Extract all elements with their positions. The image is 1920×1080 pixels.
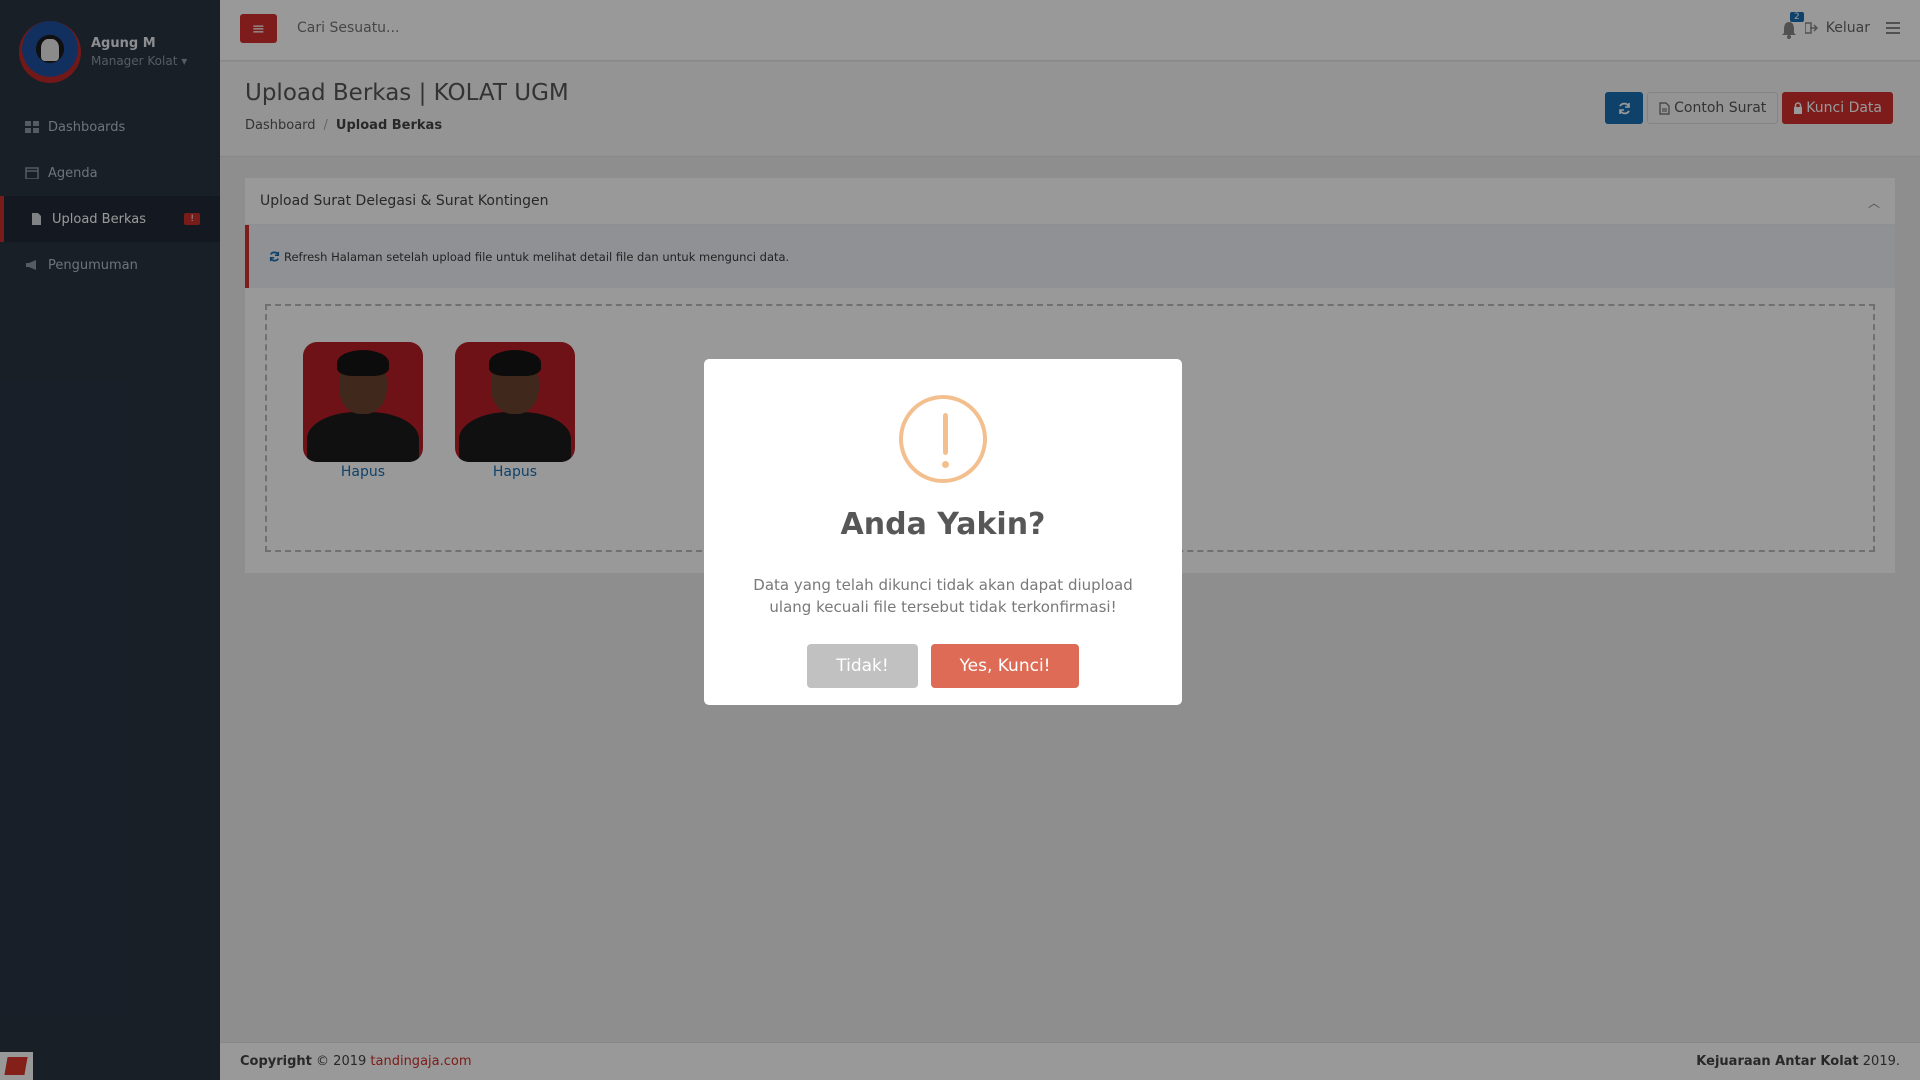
confirm-dialog: Anda Yakin? Data yang telah dikunci tida… <box>704 359 1182 705</box>
app-root: Agung M Manager Kolat ▾ Dashboards Agend… <box>0 0 1920 1080</box>
dialog-actions: Tidak! Yes, Kunci! <box>704 644 1182 688</box>
cancel-button[interactable]: Tidak! <box>807 644 918 688</box>
dialog-message: Data yang telah dikunci tidak akan dapat… <box>753 576 1133 616</box>
dialog-title: Anda Yakin? <box>840 507 1046 542</box>
warning-icon <box>899 395 987 483</box>
confirm-button[interactable]: Yes, Kunci! <box>931 644 1079 688</box>
